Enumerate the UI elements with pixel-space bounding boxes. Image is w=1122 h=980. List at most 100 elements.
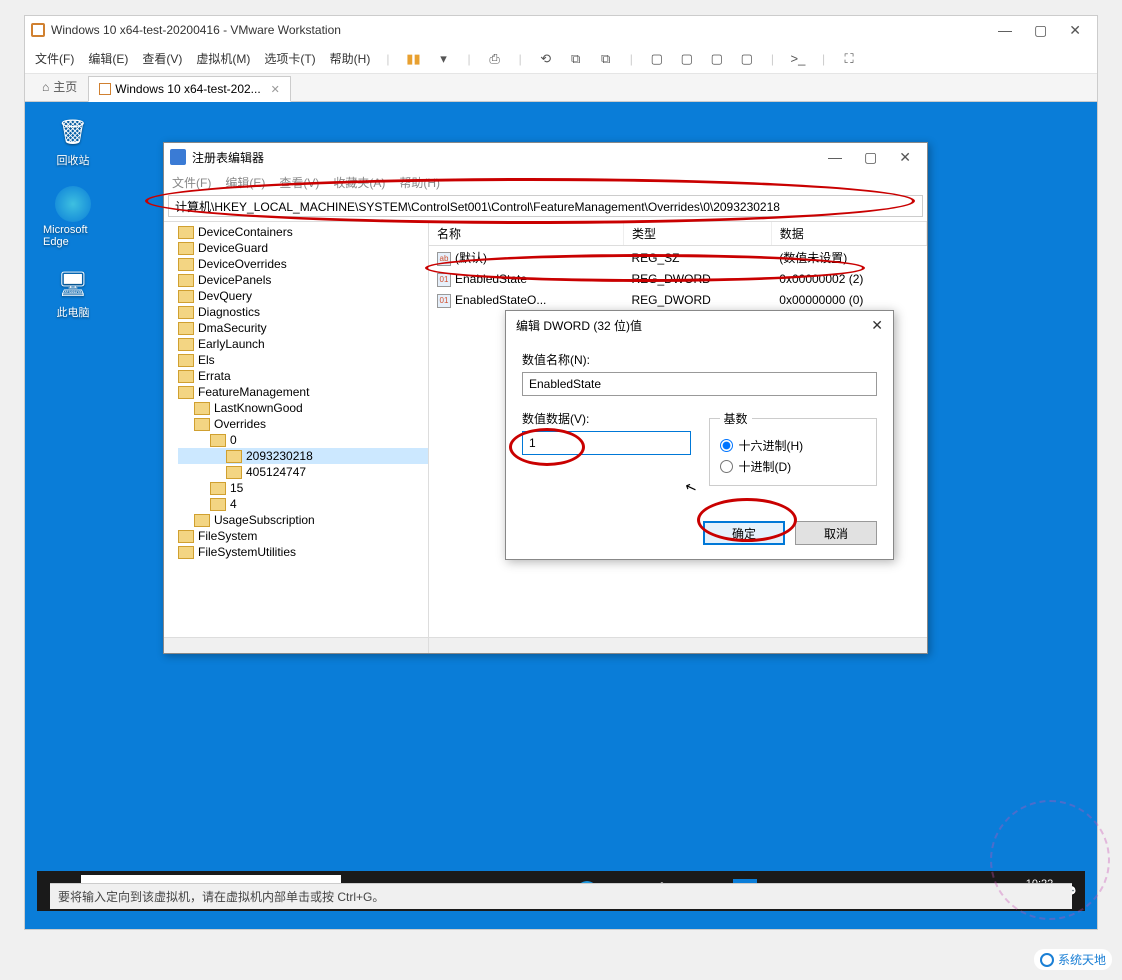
menu-tabs[interactable]: 选项卡(T) [264, 50, 315, 67]
watermark-circle [990, 800, 1110, 920]
menu-help[interactable]: 帮助(H) [330, 50, 371, 67]
value-data-input[interactable] [522, 431, 691, 455]
pause-icon[interactable]: ▮▮ [405, 51, 421, 67]
value-row[interactable]: 01EnabledStateO...REG_DWORD0x00000000 (0… [429, 290, 927, 311]
reg-menu-help[interactable]: 帮助(H) [399, 174, 440, 191]
tree-item[interactable]: DeviceContainers [178, 224, 428, 240]
tree-item[interactable]: FeatureManagement [178, 384, 428, 400]
console-icon[interactable]: >_ [790, 51, 806, 67]
view3-icon[interactable]: ▢ [709, 51, 725, 67]
edit-dword-dialog: 编辑 DWORD (32 位)值 ✕ 数值名称(N): 数值数据(V): 基数 … [505, 310, 894, 560]
desktop-icons: 🗑回收站 Microsoft Edge 🖥此电脑 [43, 114, 103, 320]
menu-vm[interactable]: 虚拟机(M) [196, 50, 250, 67]
regedit-path-input[interactable] [168, 195, 923, 217]
regedit-window-controls: — ▢ ✕ [828, 149, 921, 166]
vmware-statusbar: 要将输入定向到该虚拟机，请在虚拟机内部单击或按 Ctrl+G。 [50, 883, 1072, 909]
vmware-menubar: 文件(F) 编辑(E) 查看(V) 虚拟机(M) 选项卡(T) 帮助(H) | … [25, 44, 1097, 74]
tab-close-icon[interactable]: ✕ [271, 83, 280, 96]
window-controls: — ▢ ✕ [998, 22, 1091, 39]
fullscreen-icon[interactable]: ⛶ [841, 51, 857, 67]
vmware-title-text: Windows 10 x64-test-20200416 - VMware Wo… [51, 23, 341, 37]
tree-item[interactable]: 0 [178, 432, 428, 448]
radix-fieldset: 基数 十六进制(H) 十进制(D) [709, 410, 878, 486]
tree-item[interactable]: Errata [178, 368, 428, 384]
tree-item[interactable]: UsageSubscription [178, 512, 428, 528]
tree-item[interactable]: Els [178, 352, 428, 368]
dialog-close-icon[interactable]: ✕ [871, 317, 883, 334]
vmware-tabbar: ⌂ 主页 Windows 10 x64-test-202... ✕ [25, 74, 1097, 102]
minimize-icon[interactable]: — [828, 149, 842, 166]
regedit-menubar: 文件(F) 编辑(E) 查看(V) 收藏夹(A) 帮助(H) [164, 171, 927, 193]
col-type[interactable]: 类型 [623, 222, 771, 246]
reg-menu-view[interactable]: 查看(V) [279, 174, 319, 191]
vm-tab-icon [99, 83, 111, 95]
vmware-window: Windows 10 x64-test-20200416 - VMware Wo… [24, 15, 1098, 930]
name-label: 数值名称(N): [522, 351, 877, 368]
col-name[interactable]: 名称 [429, 222, 623, 246]
col-data[interactable]: 数据 [771, 222, 926, 246]
dropdown-icon[interactable]: ▾ [435, 51, 451, 67]
tree-item[interactable]: EarlyLaunch [178, 336, 428, 352]
tree-item[interactable]: DevQuery [178, 288, 428, 304]
regedit-title-text: 注册表编辑器 [192, 149, 264, 166]
view2-icon[interactable]: ▢ [679, 51, 695, 67]
tree-item[interactable]: FileSystemUtilities [178, 544, 428, 560]
close-icon[interactable]: ✕ [1069, 22, 1081, 39]
home-icon: ⌂ [42, 80, 49, 94]
tree-item[interactable]: DevicePanels [178, 272, 428, 288]
data-label: 数值数据(V): [522, 410, 691, 427]
tree-item[interactable]: DmaSecurity [178, 320, 428, 336]
tree-item[interactable]: FileSystem [178, 528, 428, 544]
maximize-icon[interactable]: ▢ [864, 149, 877, 166]
tab-home[interactable]: ⌂ 主页 [31, 72, 88, 101]
maximize-icon[interactable]: ▢ [1034, 22, 1047, 39]
radix-hex-radio[interactable] [720, 439, 733, 452]
dialog-titlebar[interactable]: 编辑 DWORD (32 位)值 ✕ [506, 311, 893, 339]
regedit-tree[interactable]: DeviceContainersDeviceGuardDeviceOverrid… [164, 222, 429, 653]
view1-icon[interactable]: ▢ [649, 51, 665, 67]
menu-view[interactable]: 查看(V) [142, 50, 182, 67]
tree-item[interactable]: DeviceGuard [178, 240, 428, 256]
watermark-logo: 系统天地 [1034, 949, 1112, 970]
tree-item[interactable]: 2093230218 [178, 448, 428, 464]
regedit-icon [170, 149, 186, 165]
reg-menu-fav[interactable]: 收藏夹(A) [333, 174, 385, 191]
ok-button[interactable]: 确定 [703, 521, 785, 545]
tree-item[interactable]: Overrides [178, 416, 428, 432]
vmware-icon [31, 23, 45, 37]
regedit-titlebar[interactable]: 注册表编辑器 — ▢ ✕ [164, 143, 927, 171]
radix-dec-radio[interactable] [720, 460, 733, 473]
view4-icon[interactable]: ▢ [739, 51, 755, 67]
edge-icon[interactable]: Microsoft Edge [43, 186, 103, 248]
vmware-titlebar[interactable]: Windows 10 x64-test-20200416 - VMware Wo… [25, 16, 1097, 44]
regedit-address-bar [164, 193, 927, 222]
dialog-title-text: 编辑 DWORD (32 位)值 [516, 317, 642, 334]
value-row[interactable]: ab(默认)REG_SZ(数值未设置) [429, 246, 927, 270]
snapshot-manager-icon[interactable]: ⧉ [568, 51, 584, 67]
close-icon[interactable]: ✕ [899, 149, 911, 166]
cancel-button[interactable]: 取消 [795, 521, 877, 545]
value-row[interactable]: 01EnabledStateREG_DWORD0x00000002 (2) [429, 269, 927, 290]
snapshot-icon[interactable]: ⎙ [487, 51, 503, 67]
reg-menu-edit[interactable]: 编辑(E) [225, 174, 265, 191]
value-name-input[interactable] [522, 372, 877, 396]
tab-vm-active[interactable]: Windows 10 x64-test-202... ✕ [88, 76, 291, 102]
tree-item[interactable]: 4 [178, 496, 428, 512]
clone-icon[interactable]: ⧉ [598, 51, 614, 67]
tree-item[interactable]: 405124747 [178, 464, 428, 480]
menu-file[interactable]: 文件(F) [35, 50, 74, 67]
tree-item[interactable]: DeviceOverrides [178, 256, 428, 272]
tree-item[interactable]: Diagnostics [178, 304, 428, 320]
recycle-bin-icon[interactable]: 🗑回收站 [55, 114, 91, 168]
this-pc-icon[interactable]: 🖥此电脑 [55, 266, 91, 320]
radix-legend: 基数 [720, 410, 752, 427]
minimize-icon[interactable]: — [998, 22, 1012, 39]
revert-icon[interactable]: ⟲ [538, 51, 554, 67]
guest-desktop[interactable]: 🗑回收站 Microsoft Edge 🖥此电脑 注册表编辑器 — ▢ ✕ [25, 102, 1097, 929]
list-scrollbar[interactable] [429, 637, 927, 653]
reg-menu-file[interactable]: 文件(F) [172, 174, 211, 191]
menu-edit[interactable]: 编辑(E) [88, 50, 128, 67]
tree-item[interactable]: 15 [178, 480, 428, 496]
tree-item[interactable]: LastKnownGood [178, 400, 428, 416]
tree-scrollbar[interactable] [164, 637, 428, 653]
